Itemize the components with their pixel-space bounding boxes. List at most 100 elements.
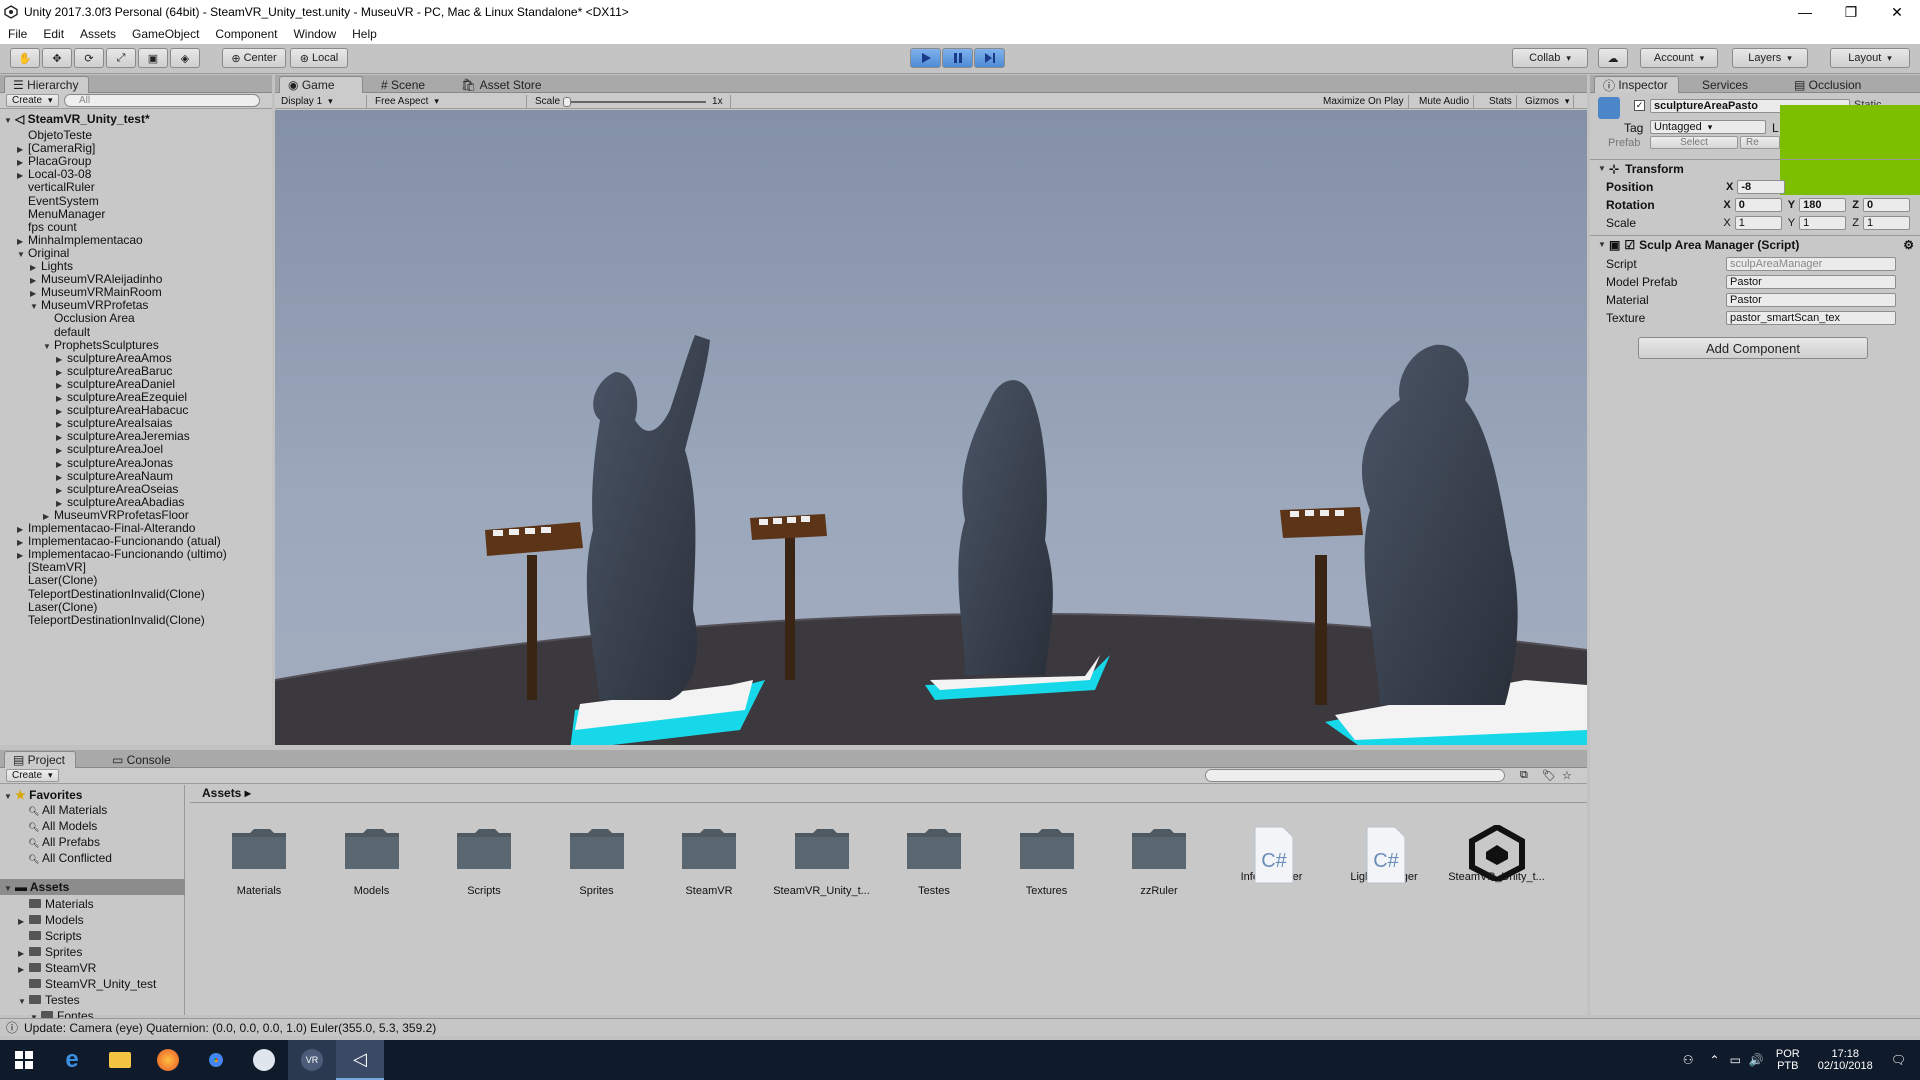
menu-component[interactable]: Component: [207, 27, 285, 41]
play-button[interactable]: [910, 48, 941, 68]
tray-expand-icon[interactable]: ⌃: [1710, 1053, 1720, 1067]
active-checkbox[interactable]: ✓: [1634, 100, 1645, 111]
rotation-z-field[interactable]: 0: [1862, 197, 1910, 212]
prefab-revert-button[interactable]: Re: [1740, 136, 1780, 149]
minimize-button[interactable]: —: [1782, 0, 1828, 24]
asset-folder-item[interactable]: ▼ Testes: [18, 992, 80, 1008]
material-field[interactable]: Pastor: [1726, 292, 1896, 307]
position-x-field[interactable]: -8: [1737, 179, 1786, 194]
collab-dropdown[interactable]: Collab: [1512, 48, 1588, 68]
favorite-item[interactable]: 🔍︎ All Conflicted: [28, 850, 112, 866]
network-icon[interactable]: ▭: [1730, 1053, 1741, 1067]
menu-assets[interactable]: Assets: [72, 27, 124, 41]
rotate-tool-icon[interactable]: ⟳: [74, 48, 104, 68]
asset-folder-item[interactable]: ▶ Sprites: [18, 944, 82, 960]
asset-tile[interactable]: Scripts: [429, 825, 539, 897]
asset-tile[interactable]: Models: [317, 825, 427, 897]
volume-icon[interactable]: 🔊: [1749, 1053, 1764, 1067]
expand-arrow-icon[interactable]: ▼: [17, 247, 28, 263]
script-enabled-checkbox[interactable]: ☑: [1624, 238, 1635, 252]
expand-arrow-icon[interactable]: ▼: [43, 339, 54, 355]
expand-arrow-icon[interactable]: ▼: [30, 299, 41, 315]
scale-tool-icon[interactable]: ⤢: [106, 48, 136, 68]
clock[interactable]: 17:18 02/10/2018: [1818, 1048, 1873, 1072]
edge-browser-icon[interactable]: e: [48, 1040, 96, 1080]
scale-z-field[interactable]: 1: [1862, 215, 1910, 230]
mute-audio-toggle[interactable]: Mute Audio: [1415, 95, 1475, 108]
tab-game[interactable]: ◉ Game: [279, 76, 363, 93]
assets-root[interactable]: ▼ ▬ Assets: [0, 879, 185, 895]
asset-tile[interactable]: Sprites: [542, 825, 652, 897]
asset-tile[interactable]: SteamVR: [654, 825, 764, 897]
tab-scene[interactable]: # Scene: [373, 76, 435, 93]
asset-tile[interactable]: zzRuler: [1104, 825, 1214, 897]
asset-folder-item[interactable]: Scripts: [18, 928, 82, 944]
firefox-icon[interactable]: [144, 1040, 192, 1080]
layers-dropdown[interactable]: Layers: [1732, 48, 1808, 68]
menu-help[interactable]: Help: [344, 27, 385, 41]
aspect-dropdown[interactable]: Free Aspect: [371, 95, 527, 108]
hand-tool-icon[interactable]: ✋: [10, 48, 40, 68]
chrome-icon[interactable]: [192, 1040, 240, 1080]
favorites-header[interactable]: ▼ ★ Favorites: [4, 787, 82, 803]
pivot-local-toggle[interactable]: ⊛ Local: [290, 48, 348, 68]
move-tool-icon[interactable]: ✥: [42, 48, 72, 68]
menu-window[interactable]: Window: [285, 27, 344, 41]
favorite-item[interactable]: 🔍︎ All Materials: [28, 802, 107, 818]
menu-file[interactable]: File: [0, 27, 35, 41]
asset-tile[interactable]: Materials: [204, 825, 314, 897]
expand-arrow-icon[interactable]: ▼: [18, 994, 29, 1010]
layout-dropdown[interactable]: Layout: [1830, 48, 1910, 68]
tab-services[interactable]: Services: [1694, 76, 1758, 93]
tab-project[interactable]: ▤ Project: [4, 751, 77, 768]
transform-header[interactable]: ▼ ⊹ Transform: [1590, 159, 1920, 177]
account-dropdown[interactable]: Account: [1640, 48, 1718, 68]
favorite-item[interactable]: 🔍︎ All Models: [28, 818, 97, 834]
language-indicator[interactable]: POR PTB: [1776, 1048, 1800, 1072]
model-prefab-field[interactable]: Pastor: [1726, 274, 1896, 289]
rect-tool-icon[interactable]: ▣: [138, 48, 168, 68]
scale-slider[interactable]: Scale 1x: [531, 95, 731, 108]
project-create-button[interactable]: Create: [6, 769, 59, 782]
asset-folder-item[interactable]: Materials: [18, 896, 94, 912]
favorite-star-icon[interactable]: ☆: [1562, 769, 1572, 782]
tab-asset-store[interactable]: 🛍 Asset Store: [453, 76, 552, 93]
status-message[interactable]: Update: Camera (eye) Quaternion: (0.0, 0…: [24, 1021, 436, 1035]
tab-console[interactable]: ▭ Console: [104, 751, 181, 768]
file-explorer-icon[interactable]: [96, 1040, 144, 1080]
tab-occlusion[interactable]: ▤ Occlusion: [1786, 76, 1871, 93]
asset-tile[interactable]: Testes: [879, 825, 989, 897]
asset-tile[interactable]: C#InfoManager: [1217, 825, 1327, 884]
scene-root[interactable]: ▼ ◁ SteamVR_Unity_test*: [4, 111, 150, 127]
rotation-x-field[interactable]: 0: [1734, 197, 1782, 212]
gizmos-dropdown[interactable]: Gizmos: [1521, 95, 1575, 108]
add-component-button[interactable]: Add Component: [1638, 337, 1868, 359]
asset-tile[interactable]: Textures: [992, 825, 1102, 897]
tab-hierarchy[interactable]: ☰ Hierarchy: [4, 76, 90, 93]
display-dropdown[interactable]: Display 1: [277, 95, 367, 108]
project-search-input[interactable]: [1205, 769, 1505, 782]
scale-y-field[interactable]: 1: [1799, 215, 1847, 230]
unity-taskbar-icon[interactable]: ◁: [336, 1040, 384, 1080]
hierarchy-search-input[interactable]: All: [64, 94, 260, 107]
asset-tile[interactable]: C#LightManager: [1329, 825, 1439, 884]
filter-type-icon[interactable]: ⧉: [1520, 769, 1528, 782]
steamvr-icon[interactable]: VR: [288, 1040, 336, 1080]
scale-x-field[interactable]: 1: [1734, 215, 1782, 230]
pivot-center-toggle[interactable]: ⊕ Center: [222, 48, 286, 68]
people-icon[interactable]: ⚇: [1683, 1053, 1694, 1067]
menu-gameobject[interactable]: GameObject: [124, 27, 207, 41]
component-settings-icon[interactable]: ⚙: [1903, 238, 1914, 252]
pause-button[interactable]: [942, 48, 973, 68]
favorite-item[interactable]: 🔍︎ All Prefabs: [28, 834, 100, 850]
breadcrumb[interactable]: Assets ▸: [202, 785, 251, 801]
prefab-select-button[interactable]: Select: [1650, 136, 1738, 149]
maximize-button[interactable]: ❐: [1828, 0, 1874, 24]
menu-edit[interactable]: Edit: [35, 27, 72, 41]
cloud-icon[interactable]: ☁: [1598, 48, 1628, 68]
script-component-header[interactable]: ▼ ▣ ☑ Sculp Area Manager (Script) ⚙: [1590, 235, 1920, 253]
asset-tile[interactable]: SteamVR_Unity_t...: [767, 825, 877, 897]
hierarchy-create-button[interactable]: Create: [6, 94, 59, 107]
texture-field[interactable]: pastor_smartScan_tex: [1726, 310, 1896, 325]
asset-tile[interactable]: SteamVR_Unity_t...: [1442, 823, 1552, 884]
